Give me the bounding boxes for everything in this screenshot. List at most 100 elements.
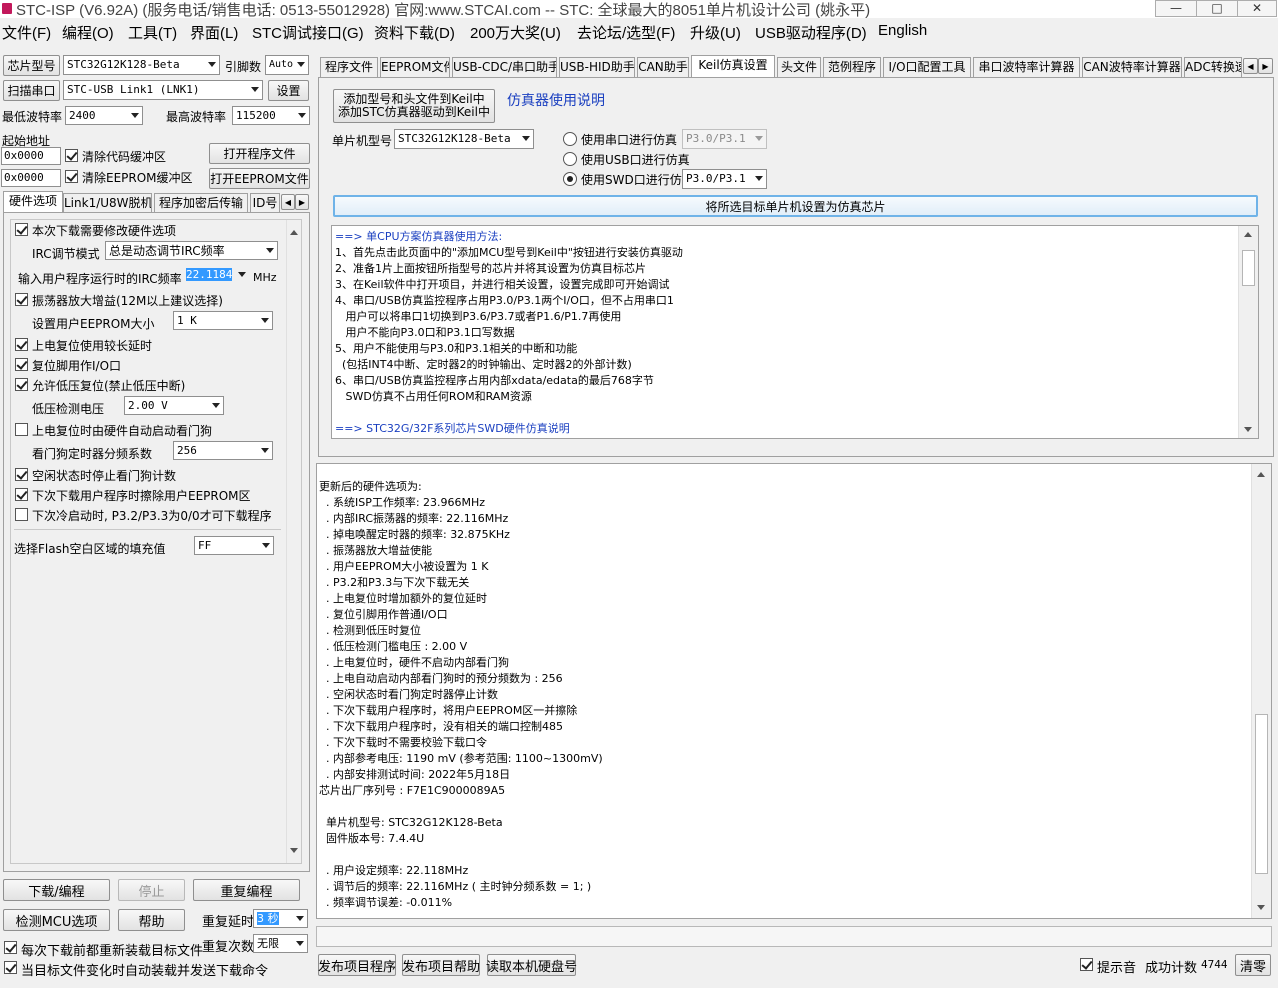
reload-each-checkbox[interactable] [4,941,17,954]
pins-select[interactable]: Auto [265,55,309,75]
modify-hw-options-checkbox[interactable] [15,223,28,236]
swd-emulation-radio[interactable] [563,172,577,186]
repeat-delay-select[interactable]: 3 秒 [253,909,308,928]
menu-upgrade[interactable]: 升级(U) [690,22,741,43]
tab-encrypted-transfer[interactable]: 程序加密后传输 [154,193,248,213]
tab-hardware-options[interactable]: 硬件选项 [3,191,63,213]
beep-checkbox[interactable] [1080,958,1093,971]
wdt-div-select[interactable]: 256 [173,441,273,460]
hardware-options-scrollbar[interactable] [286,220,301,863]
settings-button[interactable]: 设置 [268,80,309,101]
help-button[interactable]: 帮助 [118,909,185,931]
osc-gain-checkbox[interactable] [15,293,28,306]
irc-mode-select[interactable]: 总是动态调节IRC频率 [105,241,278,260]
code-address-field[interactable]: 0x0000 [1,147,61,165]
tab-usb-cdc-assistant[interactable]: USB-CDC/串口助手 [452,57,557,77]
min-baud-select[interactable]: 2400 [65,106,143,125]
menu-program[interactable]: 编程(O) [62,22,114,43]
long-por-delay-checkbox[interactable] [15,338,28,351]
tab-program-file[interactable]: 程序文件 [320,57,378,77]
serial-port-select[interactable]: P3.0/P3.1 [682,129,767,149]
read-disk-id-button[interactable]: 读取本机硬盘号 [486,954,577,976]
emulator-help-link[interactable]: 仿真器使用说明 [507,90,605,110]
menu-english[interactable]: English [878,22,927,39]
tab-adc[interactable]: ADC转换速 [1184,57,1242,77]
close-button[interactable]: ✕ [1237,0,1277,17]
tab-usb-hid-assistant[interactable]: USB-HID助手 [559,57,635,77]
scroll-thumb[interactable] [1242,250,1255,286]
log-scrollbar[interactable] [1251,464,1271,918]
swd-port-select[interactable]: P3.0/P3.1 [682,169,767,189]
menu-downloads[interactable]: 资料下载(D) [374,22,455,43]
menu-file[interactable]: 文件(F) [2,22,51,43]
lvd-select[interactable]: 2.00 V [124,396,224,415]
tab-id[interactable]: ID号 [250,193,280,213]
clear-code-buffer-checkbox[interactable] [65,149,78,162]
tab-scroll-right-icon[interactable]: ▶ [1258,58,1273,74]
publish-program-button[interactable]: 发布项目程序 [318,954,396,976]
notes-scrollbar[interactable] [1238,226,1258,438]
repeat-count-label: 重复次数 [202,940,255,955]
eeprom-size-label: 设置用户EEPROM大小 [32,317,155,331]
reset-pin-io-checkbox[interactable] [15,358,28,371]
eeprom-size-select[interactable]: 1 K [173,311,273,330]
usb-emulation-radio[interactable] [563,152,577,166]
set-as-emulator-button[interactable]: 将所选目标单片机设置为仿真芯片 [333,195,1258,217]
scroll-up-icon[interactable] [290,230,298,235]
cold-start-p32-checkbox[interactable] [15,508,28,521]
clear-eeprom-buffer-checkbox[interactable] [65,170,78,183]
scan-port-button[interactable]: 扫描串口 [3,80,60,101]
tab-examples[interactable]: 范例程序 [823,57,881,77]
minimize-button[interactable]: — [1155,0,1197,17]
auto-reload-checkbox[interactable] [4,961,17,974]
auto-wdt-checkbox[interactable] [15,423,28,436]
detect-mcu-options-button[interactable]: 检测MCU选项 [3,909,110,931]
tab-eeprom-file[interactable]: EEPROM文件 [380,57,450,77]
tab-header-files[interactable]: 头文件 [777,57,821,77]
scroll-up-icon[interactable] [1257,472,1265,477]
scroll-down-icon[interactable] [290,848,298,853]
tab-scroll-right-icon[interactable]: ▶ [295,194,309,210]
open-eeprom-file-button[interactable]: 打开EEPROM文件 [209,168,310,189]
eeprom-address-field[interactable]: 0x0000 [1,169,61,187]
scroll-up-icon[interactable] [1244,232,1252,237]
tab-baud-calculator[interactable]: 串口波特率计算器 [973,57,1080,77]
menu-prize[interactable]: 200万大奖(U) [470,22,561,43]
menu-interface[interactable]: 界面(L) [190,22,238,43]
irc-freq-select[interactable]: 22.1184 [183,266,249,284]
stop-button[interactable]: 停止 [118,879,185,901]
menu-usb-driver[interactable]: USB驱动程序(D) [755,22,867,43]
mcu-model-select[interactable]: STC32G12K128-Beta [394,129,534,149]
chip-model-button[interactable]: 芯片型号 [3,55,60,76]
tab-scroll-left-icon[interactable]: ◀ [1243,58,1258,74]
erase-eeprom-checkbox[interactable] [15,488,28,501]
command-input[interactable] [316,926,1272,947]
low-voltage-reset-checkbox[interactable] [15,378,28,391]
add-to-keil-button[interactable]: 添加型号和头文件到Keil中 添加STC仿真器驱动到Keil中 [333,89,495,123]
publish-help-button[interactable]: 发布项目帮助 [402,954,480,976]
idle-stop-wdt-checkbox[interactable] [15,468,28,481]
tab-link1-offline[interactable]: Link1/U8W脱机 [63,193,152,213]
menu-tools[interactable]: 工具(T) [128,22,177,43]
menu-debug-interface[interactable]: STC调试接口(G) [252,22,364,43]
repeat-count-select[interactable]: 无限 [253,934,308,953]
tab-can-baud-calculator[interactable]: CAN波特率计算器 [1082,57,1182,77]
maximize-button[interactable]: □ [1196,0,1238,17]
serial-emulation-radio[interactable] [563,132,577,146]
tab-keil-emulation[interactable]: Keil仿真设置 [691,55,775,77]
menu-forum[interactable]: 去论坛/选型(F) [577,22,675,43]
max-baud-select[interactable]: 115200 [232,106,310,125]
clear-count-button[interactable]: 清零 [1235,954,1271,976]
chip-model-select[interactable]: STC32G12K128-Beta [63,55,220,75]
tab-can-assistant[interactable]: CAN助手 [637,57,689,77]
scroll-thumb[interactable] [1255,714,1268,874]
scroll-down-icon[interactable] [1244,427,1252,432]
port-select[interactable]: STC-USB Link1 (LNK1) [63,80,263,100]
flash-fill-select[interactable]: FF [194,536,274,555]
tab-io-config[interactable]: I/O口配置工具 [883,57,971,77]
scroll-down-icon[interactable] [1257,905,1265,910]
open-program-file-button[interactable]: 打开程序文件 [209,143,310,164]
download-program-button[interactable]: 下载/编程 [3,879,110,901]
tab-scroll-left-icon[interactable]: ◀ [281,194,295,210]
reprogram-button[interactable]: 重复编程 [193,879,300,901]
